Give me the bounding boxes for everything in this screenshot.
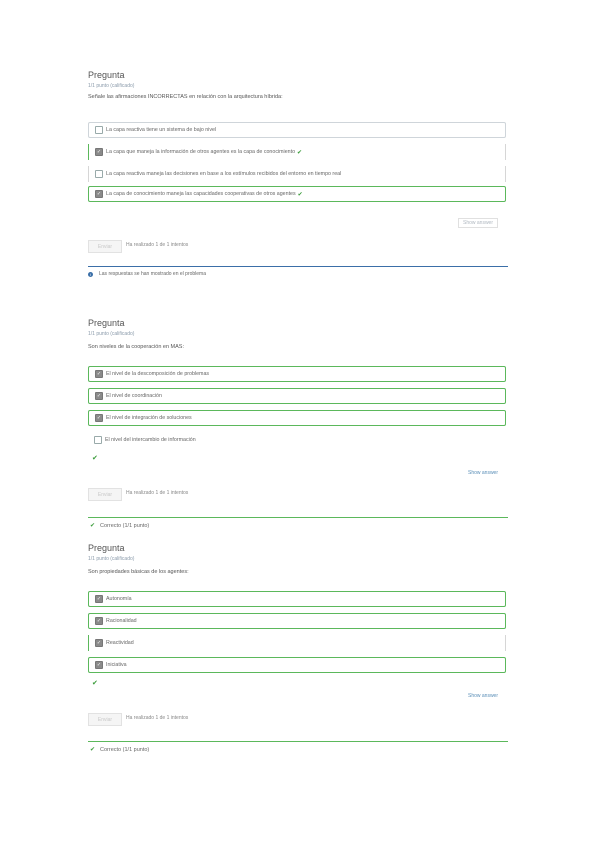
option-label: Iniciativa	[106, 662, 127, 668]
status-text: Correcto (1/1 punto)	[100, 746, 150, 753]
checkbox-checked[interactable]: ✓	[95, 661, 103, 669]
question-title: Pregunta	[88, 70, 125, 80]
question-title: Pregunta	[88, 543, 125, 553]
attempts-text: Ha realizado 1 de 1 intentos	[126, 715, 189, 721]
checkbox-checked[interactable]: ✓	[95, 148, 103, 156]
answer-option[interactable]: ✓ La capa de conocimiento maneja las cap…	[88, 186, 506, 202]
question-3: Pregunta 1/1 punto (calificado) Son prop…	[88, 543, 508, 758]
answer-option[interactable]: El nivel del intercambio de información	[88, 432, 506, 448]
answer-option[interactable]: ✓ El nivel de coordinación	[88, 388, 506, 404]
option-label: El nivel de integración de soluciones	[106, 415, 192, 421]
attempts-text: Ha realizado 1 de 1 intentos	[126, 242, 189, 248]
question-1: Pregunta 1/1 punto (calificado) Señale l…	[88, 70, 508, 290]
checkbox-checked[interactable]: ✓	[95, 595, 103, 603]
question-2: Pregunta 1/1 punto (calificado) Son nive…	[88, 318, 508, 533]
answer-option[interactable]: ✓ El nivel de integración de soluciones	[88, 410, 506, 426]
info-icon: i	[88, 271, 93, 277]
question-points: 1/1 punto (calificado)	[88, 556, 135, 562]
result-status: ✔ Correcto (1/1 punto)	[90, 746, 150, 754]
checkbox-checked[interactable]: ✓	[95, 370, 103, 378]
check-icon: ✔	[297, 149, 303, 156]
option-label: El nivel del intercambio de información	[105, 437, 196, 443]
show-answer-button[interactable]: Show answer	[457, 218, 498, 228]
checkbox[interactable]	[95, 126, 103, 134]
submit-button[interactable]: Enviar	[88, 713, 122, 726]
answer-notice: i Las respuestas se han mostrado en el p…	[88, 271, 206, 277]
checkbox-checked[interactable]: ✓	[95, 392, 103, 400]
answer-option[interactable]: ✓ La capa que maneja la información de o…	[88, 144, 506, 160]
option-label: Racionalidad	[106, 618, 137, 624]
check-icon: ✔	[92, 680, 98, 687]
option-label: Autonomía	[106, 596, 132, 602]
answer-option[interactable]: ✓ Iniciativa	[88, 657, 506, 673]
answer-option[interactable]: ✓ Autonomía	[88, 591, 506, 607]
question-prompt: Son propiedades básicas de los agentes:	[88, 569, 189, 575]
question-title: Pregunta	[88, 318, 125, 328]
check-icon: ✔	[90, 523, 96, 529]
option-label: La capa reactiva maneja las decisiones e…	[106, 171, 342, 177]
checkbox-checked[interactable]: ✓	[95, 190, 103, 198]
checkbox-checked[interactable]: ✓	[95, 639, 103, 647]
question-points: 1/1 punto (calificado)	[88, 331, 135, 337]
check-icon: ✔	[92, 455, 98, 462]
checkbox[interactable]	[94, 436, 102, 444]
submit-button[interactable]: Enviar	[88, 488, 122, 501]
result-status: ✔ Correcto (1/1 punto)	[90, 522, 150, 530]
submit-button[interactable]: Enviar	[88, 240, 122, 253]
status-text: Correcto (1/1 punto)	[100, 522, 150, 529]
answer-option[interactable]: ✓ Reactividad	[88, 635, 506, 651]
question-points: 1/1 punto (calificado)	[88, 83, 135, 89]
check-icon: ✔	[297, 191, 303, 198]
checkbox[interactable]	[95, 170, 103, 178]
option-label: El nivel de coordinación	[106, 393, 162, 399]
result-divider	[88, 741, 508, 742]
checkbox-checked[interactable]: ✓	[95, 414, 103, 422]
result-divider	[88, 517, 508, 518]
checkbox-checked[interactable]: ✓	[95, 617, 103, 625]
show-answer-link[interactable]: Show answer	[468, 693, 498, 699]
answer-option[interactable]: ✓ Racionalidad	[88, 613, 506, 629]
question-prompt: Señale las afirmaciones INCORRECTAS en r…	[88, 94, 283, 100]
notice-text: Las respuestas se han mostrado en el pro…	[99, 271, 207, 277]
attempts-text: Ha realizado 1 de 1 intentos	[126, 490, 189, 496]
option-label: La capa reactiva tiene un sistema de baj…	[106, 127, 217, 133]
option-label: El nivel de la descomposición de problem…	[106, 371, 210, 377]
answer-option[interactable]: La capa reactiva maneja las decisiones e…	[88, 166, 506, 182]
answer-option[interactable]: ✓ El nivel de la descomposición de probl…	[88, 366, 506, 382]
question-prompt: Son niveles de la cooperación en MAS:	[88, 344, 185, 350]
notice-divider	[88, 266, 508, 267]
answer-option[interactable]: La capa reactiva tiene un sistema de baj…	[88, 122, 506, 138]
option-label: Reactividad	[106, 640, 134, 646]
check-icon: ✔	[90, 747, 96, 753]
option-label: La capa de conocimiento maneja las capac…	[106, 191, 296, 197]
option-label: La capa que maneja la información de otr…	[106, 149, 296, 155]
show-answer-link[interactable]: Show answer	[468, 470, 498, 476]
